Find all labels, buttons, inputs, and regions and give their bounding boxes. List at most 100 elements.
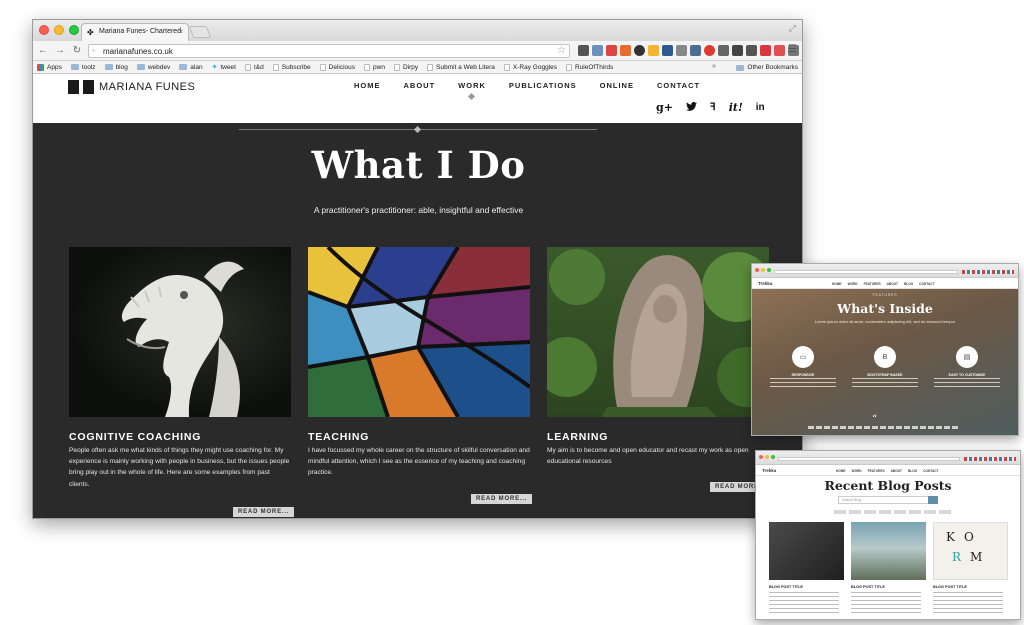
blog-post-excerpt bbox=[769, 592, 839, 614]
linkedin-icon[interactable]: in bbox=[756, 102, 765, 113]
extension-icon[interactable] bbox=[760, 45, 771, 56]
feature-description bbox=[770, 378, 836, 390]
feature-label: RESPONSIVE bbox=[791, 373, 815, 377]
divider-diamond-icon bbox=[413, 125, 422, 134]
nav-contact[interactable]: CONTACT bbox=[657, 81, 700, 90]
window-controls bbox=[39, 25, 79, 35]
bookmark-label: pwn bbox=[373, 63, 385, 71]
bookmark-label: RuleOfThirds bbox=[575, 63, 614, 71]
bookmark-label: tweet bbox=[220, 63, 236, 71]
window-controls bbox=[755, 268, 771, 272]
address-bar[interactable]: ▫ marianafunes.co.uk ☆ bbox=[88, 44, 570, 58]
read-more-button[interactable]: READ MORE... bbox=[471, 494, 533, 504]
extension-icon[interactable] bbox=[774, 45, 785, 56]
reload-icon[interactable]: ↻ bbox=[70, 45, 84, 56]
nav-about[interactable]: ABOUT bbox=[404, 81, 436, 90]
other-bookmarks[interactable]: Other Bookmarks bbox=[736, 64, 798, 71]
tab-close-icon[interactable]: × bbox=[178, 27, 183, 36]
bookmark-rule-of-thirds[interactable]: RuleOfThirds bbox=[566, 63, 614, 71]
bookmark-subscribe[interactable]: Subscribe bbox=[272, 63, 311, 71]
card-title-teaching: TEACHING bbox=[308, 431, 370, 443]
apps-icon bbox=[37, 63, 44, 71]
browser-menu-icon[interactable]: ☰ bbox=[788, 44, 797, 55]
screenshot-stage: ✤ Mariana Funes- Chartered × ⤢ ← → ↻ ▫ m… bbox=[0, 0, 1024, 625]
browser-tab[interactable]: ✤ Mariana Funes- Chartered × bbox=[81, 23, 189, 41]
page-icon bbox=[503, 63, 510, 71]
preview-nav-links: HOME WORK FEATURES ABOUT BLOG CONTACT bbox=[836, 469, 939, 473]
window-controls bbox=[759, 455, 775, 459]
responsive-monitor-icon: ▭ bbox=[792, 346, 814, 368]
section-title: What I Do bbox=[311, 143, 526, 187]
bookmark-label: X-Ray Goggles bbox=[512, 63, 557, 71]
address-url: marianafunes.co.uk bbox=[103, 47, 173, 56]
bookmark-folder-toolz[interactable]: toolz bbox=[70, 64, 96, 71]
stained-glass-image bbox=[308, 247, 530, 417]
scoop-it-icon[interactable]: it! bbox=[729, 101, 743, 114]
extension-icon[interactable] bbox=[648, 45, 659, 56]
extension-icon[interactable] bbox=[578, 45, 589, 56]
bookmark-apps[interactable]: Apps bbox=[37, 63, 62, 71]
minimize-window-button[interactable] bbox=[54, 25, 64, 35]
bookmark-xray-goggles[interactable]: X-Ray Goggles bbox=[503, 63, 557, 71]
nav-publications[interactable]: PUBLICATIONS bbox=[509, 81, 577, 90]
extension-icon[interactable] bbox=[690, 45, 701, 56]
page-icon bbox=[427, 63, 434, 71]
back-icon[interactable]: ← bbox=[36, 45, 50, 56]
gmail-icon[interactable] bbox=[606, 45, 617, 56]
feature-description bbox=[934, 378, 1000, 390]
extension-icon[interactable] bbox=[676, 45, 687, 56]
bookmark-td[interactable]: t&d bbox=[244, 63, 264, 71]
bookmark-star-icon[interactable]: ☆ bbox=[557, 45, 566, 56]
forward-icon[interactable]: → bbox=[53, 45, 67, 56]
blog-post-title[interactable]: BLOG POST TITLE bbox=[933, 585, 967, 589]
card-title-learning: LEARNING bbox=[547, 431, 609, 443]
blog-search-input[interactable]: Search Blog bbox=[838, 496, 938, 504]
site-logo[interactable]: MARIANA FUNES bbox=[68, 80, 195, 94]
feature-label: EASY TO CUSTOMIZE bbox=[948, 373, 986, 377]
extension-icon[interactable] bbox=[662, 45, 673, 56]
nav-online[interactable]: ONLINE bbox=[600, 81, 634, 90]
extension-icon[interactable] bbox=[620, 45, 631, 56]
bookmark-folder-blog[interactable]: blog bbox=[104, 64, 128, 71]
tab-title: Mariana Funes- Chartered bbox=[99, 28, 182, 35]
blog-search-button[interactable] bbox=[928, 496, 938, 504]
bookmark-delicious[interactable]: Delicious bbox=[319, 63, 355, 71]
new-tab-button[interactable] bbox=[188, 26, 212, 38]
preview-logo: Trekka bbox=[762, 468, 777, 473]
delicious-icon[interactable]: ꟻ bbox=[710, 102, 716, 113]
extension-icon[interactable] bbox=[746, 45, 757, 56]
extension-icon[interactable] bbox=[634, 45, 645, 56]
bookmark-folder-alan[interactable]: alan bbox=[179, 64, 203, 71]
cast-icon[interactable] bbox=[718, 45, 729, 56]
bookmark-pwn[interactable]: pwn bbox=[364, 63, 385, 71]
bookmarks-overflow-chevron-icon[interactable]: » bbox=[712, 63, 716, 70]
svg-text:K: K bbox=[946, 530, 956, 544]
blog-post-title[interactable]: BLOG POST TITLE bbox=[851, 585, 885, 589]
preview-nav-links: HOME WORK FEATURES ABOUT BLOG CONTACT bbox=[832, 282, 935, 286]
nav-work[interactable]: WORK bbox=[458, 81, 486, 101]
fullscreen-icon[interactable]: ⤢ bbox=[789, 23, 796, 34]
site-favicon-icon: ✤ bbox=[87, 28, 94, 37]
opera-icon[interactable] bbox=[704, 45, 715, 56]
nav-home[interactable]: HOME bbox=[354, 81, 381, 90]
bookmark-dirpy[interactable]: Dirpy bbox=[393, 63, 418, 71]
read-more-button[interactable]: READ MORE... bbox=[233, 507, 295, 517]
blog-post-title[interactable]: BLOG POST TITLE bbox=[769, 585, 803, 589]
google-plus-icon[interactable]: g+ bbox=[656, 101, 673, 114]
twitter-icon[interactable] bbox=[686, 101, 697, 114]
maximize-window-button[interactable] bbox=[69, 25, 79, 35]
active-indicator-icon bbox=[468, 92, 476, 101]
bookmark-submit-web-literacy[interactable]: Submit a Web Litera bbox=[427, 63, 495, 71]
what-i-do-section: What I Do A practitioner's practitioner:… bbox=[33, 123, 802, 518]
extension-icon[interactable] bbox=[592, 45, 603, 56]
extension-icon[interactable] bbox=[732, 45, 743, 56]
close-window-button[interactable] bbox=[39, 25, 49, 35]
bookmark-label: t&d bbox=[253, 63, 264, 71]
bookmark-tweet[interactable]: ✦ tweet bbox=[212, 63, 236, 72]
whats-inside-section: FEATURES What's Inside Lorem ipsum dolor… bbox=[752, 289, 1018, 435]
svg-text:R: R bbox=[952, 550, 962, 564]
page-icon bbox=[364, 63, 371, 71]
folder-icon bbox=[179, 64, 188, 70]
card-text-cognitive-coaching: People often ask me what kinds of things… bbox=[69, 447, 290, 488]
bookmark-folder-webdev[interactable]: webdev bbox=[136, 64, 170, 71]
